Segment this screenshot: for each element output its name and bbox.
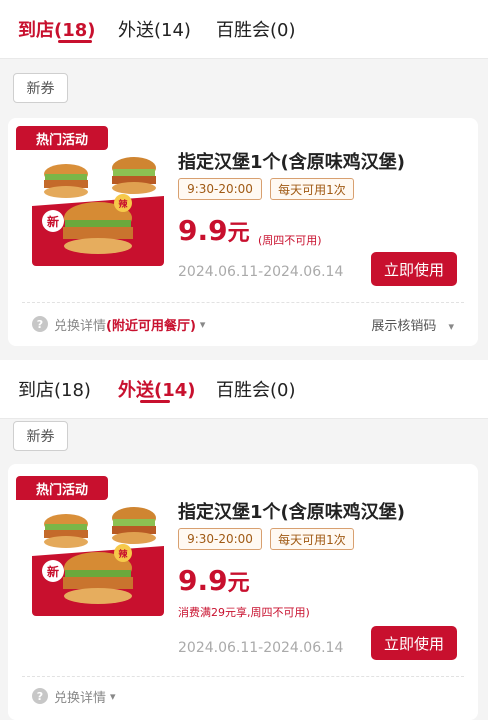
divider	[0, 58, 488, 59]
coupon-section-dine-in: 到店(18) 外送(14) 百胜会(0) 新券 热门活动 新 辣 指定汉堡1个(…	[0, 0, 488, 360]
price-note: 消费满29元享,周四不可用)	[178, 606, 310, 619]
validity-dates: 2024.06.11-2024.06.14	[178, 264, 344, 280]
coupon-title: 指定汉堡1个(含原味鸡汉堡)	[178, 152, 405, 173]
tab-active-underline	[58, 40, 92, 43]
tab-delivery[interactable]: 外送(14)	[118, 376, 196, 402]
spicy-badge: 辣	[114, 544, 132, 562]
show-verify-code-toggle[interactable]: 展示核销码 ▾	[371, 315, 454, 334]
question-icon: ?	[32, 688, 48, 704]
burger-image-art	[32, 157, 164, 266]
chevron-down-icon: ▾	[199, 317, 206, 331]
coupon-card: 热门活动 新 辣 指定汉堡1个(含原味鸡汉堡) 9:30-20:00 每天可用1…	[8, 464, 478, 720]
price-unit: 元	[227, 221, 250, 246]
price-unit: 元	[227, 571, 250, 596]
hot-badge: 热门活动	[16, 476, 108, 500]
price: 9.9元	[178, 564, 250, 597]
validity-dates: 2024.06.11-2024.06.14	[178, 640, 344, 656]
dashed-divider	[22, 676, 464, 677]
new-coupon-filter[interactable]: 新券	[13, 421, 68, 451]
price-note: (周四不可用)	[258, 234, 322, 247]
exchange-details-toggle[interactable]: ? 兑换详情 ▾	[32, 686, 116, 706]
tab-dine-in[interactable]: 到店(18)	[18, 376, 91, 402]
tab-dine-in[interactable]: 到店(18)	[18, 16, 96, 42]
tab-delivery[interactable]: 外送(14)	[118, 16, 191, 42]
new-coupon-filter[interactable]: 新券	[13, 73, 68, 103]
burger-image: 新 辣	[32, 486, 164, 616]
exchange-details-toggle[interactable]: ? 兑换详情 (附近可用餐厅) ▾	[32, 314, 205, 334]
coupon-card: 热门活动 新 辣 指定汉堡1个(含原味鸡汉堡) 9:30-20:00 每天可用1…	[8, 118, 478, 346]
price: 9.9元	[178, 214, 250, 247]
new-badge: 新	[42, 560, 64, 582]
limit-tag: 每天可用1次	[270, 178, 354, 200]
tab-member[interactable]: 百胜会(0)	[216, 16, 296, 42]
price-value: 9.9	[178, 214, 228, 247]
tab-bar: 到店(18) 外送(14) 百胜会(0)	[0, 360, 488, 418]
nearby-restaurants-link[interactable]: (附近可用餐厅)	[106, 315, 196, 334]
coupon-title: 指定汉堡1个(含原味鸡汉堡)	[178, 502, 405, 523]
coupon-section-delivery: 到店(18) 外送(14) 百胜会(0) 新券 热门活动 新 辣 指定汉堡1个(…	[0, 360, 488, 720]
burger-image: 新 辣	[32, 136, 164, 266]
tab-member[interactable]: 百胜会(0)	[216, 376, 296, 402]
use-now-button[interactable]: 立即使用	[371, 252, 457, 286]
time-tag: 9:30-20:00	[178, 178, 262, 200]
limit-tag: 每天可用1次	[270, 528, 354, 550]
time-tag: 9:30-20:00	[178, 528, 262, 550]
verify-code-label: 展示核销码	[371, 319, 437, 334]
tab-bar: 到店(18) 外送(14) 百胜会(0)	[0, 0, 488, 58]
question-icon: ?	[32, 316, 48, 332]
exchange-details-label: 兑换详情	[54, 690, 107, 706]
use-now-button[interactable]: 立即使用	[371, 626, 457, 660]
dashed-divider	[22, 302, 464, 303]
price-value: 9.9	[178, 564, 228, 597]
tab-active-underline	[140, 400, 170, 403]
chevron-down-icon: ▾	[448, 320, 454, 333]
hot-badge: 热门活动	[16, 126, 108, 150]
spicy-badge: 辣	[114, 194, 132, 212]
exchange-details-label: 兑换详情	[54, 318, 107, 334]
burger-image-art	[32, 507, 164, 616]
new-badge: 新	[42, 210, 64, 232]
chevron-down-icon: ▾	[110, 689, 116, 703]
divider	[0, 418, 488, 419]
